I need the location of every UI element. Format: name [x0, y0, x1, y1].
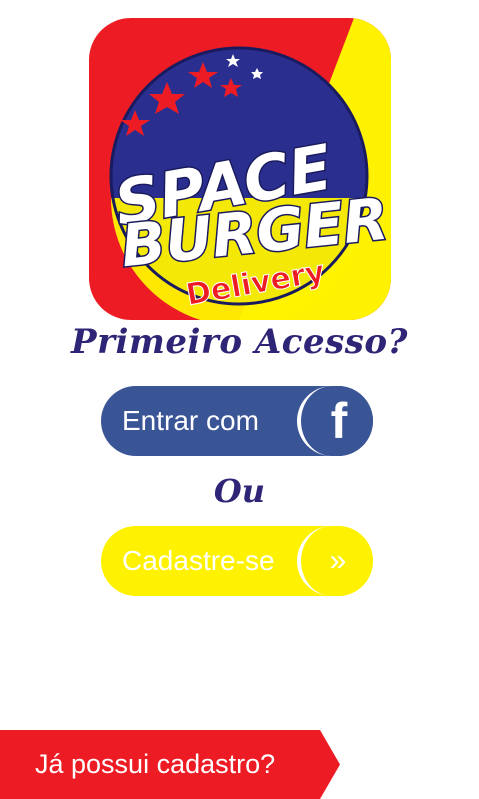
bottom-bar: Login Já possui cadastro? — [0, 730, 479, 799]
first-access-heading: Primeiro Acesso? — [71, 322, 408, 362]
double-chevron-right-icon: » — [297, 526, 373, 596]
login-label: Login — [373, 749, 442, 780]
already-registered-banner: Já possui cadastro? — [0, 730, 340, 799]
already-registered-text: Já possui cadastro? — [35, 749, 276, 779]
signup-button[interactable]: Cadastre-se » — [101, 526, 373, 596]
login-button[interactable]: Login — [320, 730, 479, 799]
facebook-login-button[interactable]: Entrar com f — [101, 386, 373, 456]
facebook-icon: f — [297, 386, 373, 456]
signup-label: Cadastre-se — [122, 545, 275, 576]
or-separator: Ou — [213, 472, 266, 510]
app-logo: SPACE BURGER Delivery — [89, 18, 391, 320]
facebook-login-label: Entrar com — [122, 405, 259, 436]
